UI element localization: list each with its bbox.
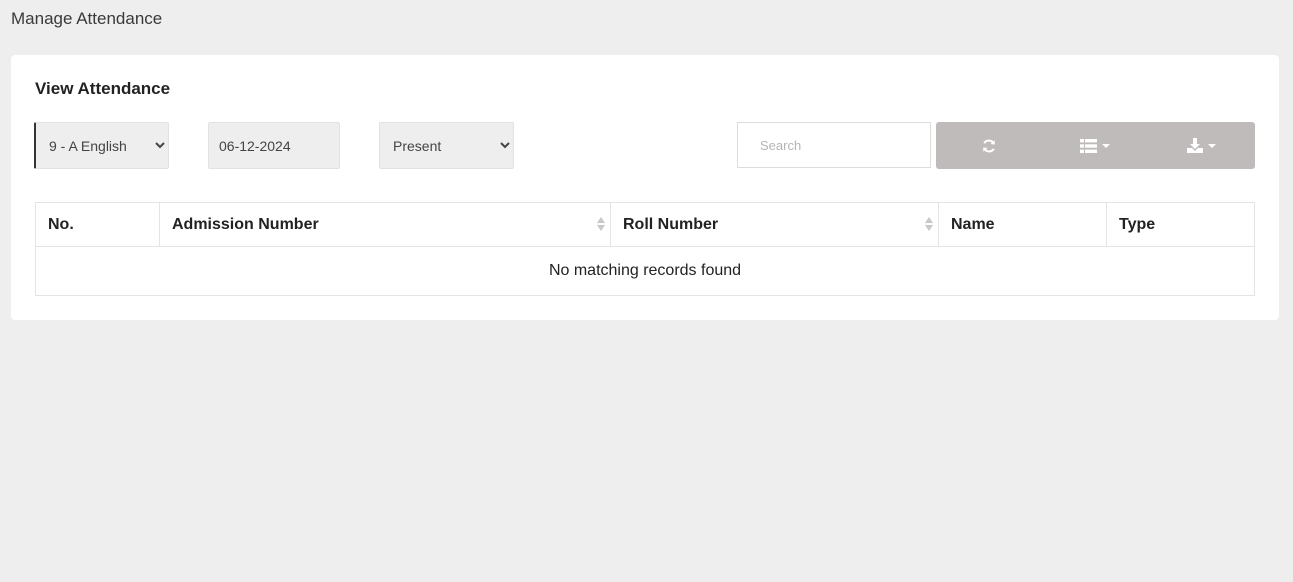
export-button[interactable] (1149, 122, 1255, 169)
column-header-no[interactable]: No. (35, 202, 160, 247)
column-header-roll-number[interactable]: Roll Number (610, 202, 939, 247)
column-header-label: Roll Number (623, 215, 719, 233)
table-toolbar (936, 122, 1255, 169)
column-header-admission-number[interactable]: Admission Number (159, 202, 611, 247)
sort-icon (597, 217, 605, 233)
table-header-row: No. Admission Number Roll Number Name Ty… (35, 202, 1255, 247)
chevron-down-icon (1208, 144, 1217, 148)
attendance-table: No. Admission Number Roll Number Name Ty… (35, 202, 1255, 296)
refresh-icon (981, 138, 997, 154)
column-header-name[interactable]: Name (938, 202, 1107, 247)
search-input[interactable] (737, 122, 931, 168)
page-title: Manage Attendance (11, 9, 163, 28)
table-row: No matching records found (35, 246, 1255, 296)
sort-icon (925, 217, 933, 233)
column-header-type[interactable]: Type (1106, 202, 1255, 247)
columns-button[interactable] (1042, 122, 1148, 169)
column-header-label: Admission Number (172, 215, 319, 233)
download-icon (1187, 138, 1204, 153)
date-input[interactable] (208, 122, 340, 169)
attendance-card: View Attendance 9 - A English Present (11, 55, 1279, 320)
chevron-down-icon (1102, 144, 1111, 148)
columns-list-icon (1080, 138, 1098, 153)
status-select[interactable]: Present (379, 122, 514, 169)
class-select[interactable]: 9 - A English (34, 122, 169, 169)
refresh-button[interactable] (936, 122, 1042, 169)
empty-message: No matching records found (35, 246, 1255, 296)
card-title: View Attendance (35, 79, 171, 98)
